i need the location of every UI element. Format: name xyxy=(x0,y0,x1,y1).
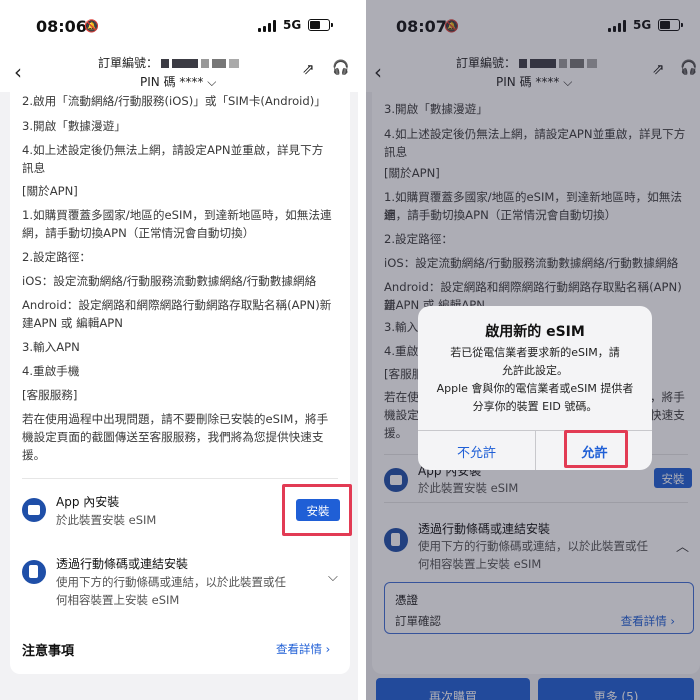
instruction-line: 1.如購買覆蓋多國家/地區的eSIM，到達新地區時，如無法連 xyxy=(22,208,332,222)
divider xyxy=(22,478,338,479)
screenshot-divider xyxy=(358,0,366,700)
nav-bar: ‹ 訂單編號： PIN 碼 **** ⌵ ⇗ 🎧 xyxy=(0,50,358,92)
instruction-line: 訊息 xyxy=(22,161,46,175)
chevron-down-icon: ⌵ xyxy=(207,75,217,89)
chevron-down-icon[interactable]: ⌵ xyxy=(328,570,338,585)
instruction-line: 援。 xyxy=(22,448,46,462)
notes-title: 注意事項 xyxy=(22,644,75,659)
instruction-line: 網，請手動切換APN（正常情況會自動切換） xyxy=(22,226,255,240)
app-install-title: App 內安裝 xyxy=(56,495,120,509)
modal-overlay: 啟用新的 eSIM 若已從電信業者要求新的eSIM，請 允許此設定。 Apple… xyxy=(366,0,700,700)
instruction-line: 建APN 或 編輯APN xyxy=(22,316,123,330)
instruction-line: Android：設定網路和網際網路行動網路存取點名稱(APN)新 xyxy=(22,298,332,312)
app-install-subtitle: 於此裝置安裝 eSIM xyxy=(56,513,157,527)
status-bar: 08:06 🔕 5G xyxy=(0,0,358,50)
install-button-highlight xyxy=(282,484,352,536)
network-type: 5G xyxy=(283,18,302,32)
phone-screen-right: 08:07 🔕 5G ‹ 訂單編號： PIN 碼 **** ⌵ ⇗ 🎧 3.開啟… xyxy=(366,0,700,700)
pin-code-toggle[interactable]: PIN 碼 **** ⌵ xyxy=(140,73,216,90)
qr-install-icon xyxy=(22,560,46,584)
instruction-line: 2.啟用「流動網絡/行動服務(iOS)」或「SIM卡(Android)」 xyxy=(22,94,326,108)
notes-details-link[interactable]: 查看詳情 › xyxy=(276,641,330,657)
instruction-line: [關於APN] xyxy=(22,184,78,198)
qr-install-subtitle-2: 何相容裝置上安裝 eSIM xyxy=(56,593,180,607)
screenshot-stage: 08:06 🔕 5G ‹ 訂單編號： PIN 碼 **** ⌵ ⇗ 🎧 2.啟用… xyxy=(0,0,700,700)
alert-message: 若已從電信業者要求新的eSIM，請 允許此設定。 Apple 會與你的電信業者或… xyxy=(432,344,638,416)
headset-icon[interactable]: 🎧 xyxy=(332,60,349,76)
phone-screen-left: 08:06 🔕 5G ‹ 訂單編號： PIN 碼 **** ⌵ ⇗ 🎧 2.啟用… xyxy=(0,0,358,700)
silent-bell-icon: 🔕 xyxy=(84,19,99,33)
share-icon[interactable]: ⇗ xyxy=(302,60,315,78)
battery-icon xyxy=(308,19,333,31)
instruction-line: 3.開啟「數據漫遊」 xyxy=(22,119,126,133)
order-number: 訂單編號： xyxy=(98,54,240,71)
instruction-line: iOS：設定流動網絡/行動服務流動數據網絡/行動數據網絡 xyxy=(22,274,317,288)
qr-install-title: 透過行動條碼或連結安裝 xyxy=(56,557,189,571)
chevron-right-icon: › xyxy=(325,642,331,656)
deny-button[interactable]: 不允許 xyxy=(418,430,535,470)
allow-button-highlight xyxy=(564,430,628,468)
alert-message-line: 分享你的裝置 EID 號碼。 xyxy=(472,400,598,413)
qr-install-subtitle: 使用下方的行動條碼或連結，以於此裝置或任 xyxy=(56,575,286,589)
app-install-icon xyxy=(22,498,46,522)
alert-message-line: 若已從電信業者要求新的eSIM，請 xyxy=(450,346,620,359)
esim-instructions-card: 2.啟用「流動網絡/行動服務(iOS)」或「SIM卡(Android)」 3.開… xyxy=(10,92,352,674)
clock: 08:06 xyxy=(36,17,87,36)
instruction-line: 4.如上述設定後仍無法上網，請設定APN並重啟，詳見下方 xyxy=(22,143,324,157)
instruction-line: 4.重啟手機 xyxy=(22,364,80,378)
alert-message-line: Apple 會與你的電信業者或eSIM 提供者 xyxy=(436,382,634,395)
back-chevron-icon[interactable]: ‹ xyxy=(14,60,22,84)
instruction-line: 若在使用過程中出現問題，請不要刪除已安裝的eSIM，將手 xyxy=(22,412,329,426)
instruction-line: 機設定頁面的截圖傳送至客服服務，我們將為您提供快速支 xyxy=(22,430,324,444)
alert-message-line: 允許此設定。 xyxy=(502,364,568,377)
instruction-line: 3.輸入APN xyxy=(22,340,80,354)
signal-icon xyxy=(258,20,278,32)
alert-title: 啟用新的 eSIM xyxy=(485,324,585,340)
instruction-line: 2.設定路徑： xyxy=(22,250,92,264)
instruction-line: [客服服務] xyxy=(22,388,78,402)
